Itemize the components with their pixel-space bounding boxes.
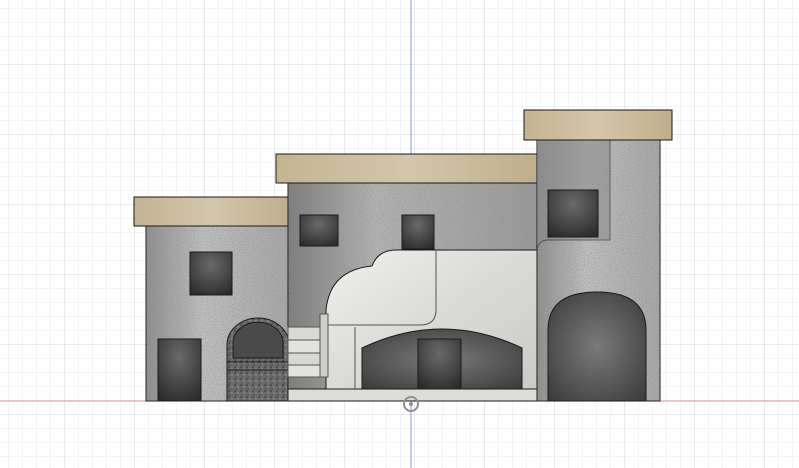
- left-house-roof: [133, 196, 291, 227]
- middle-house-roof: [275, 153, 539, 184]
- left-house-door: [157, 338, 202, 402]
- middle-house[interactable]: [275, 153, 539, 402]
- right-tower[interactable]: [523, 109, 673, 402]
- well: [226, 317, 290, 402]
- lower-door: [417, 338, 462, 390]
- tower-roof: [523, 109, 673, 141]
- tower-archway: [547, 291, 647, 402]
- tower-window: [547, 189, 599, 238]
- canvas-viewport[interactable]: [0, 0, 799, 468]
- middle-window-right: [401, 214, 435, 250]
- model-canvas[interactable]: [0, 0, 799, 468]
- left-house-window: [189, 251, 233, 296]
- left-house[interactable]: [133, 196, 291, 402]
- middle-window-left: [299, 214, 339, 247]
